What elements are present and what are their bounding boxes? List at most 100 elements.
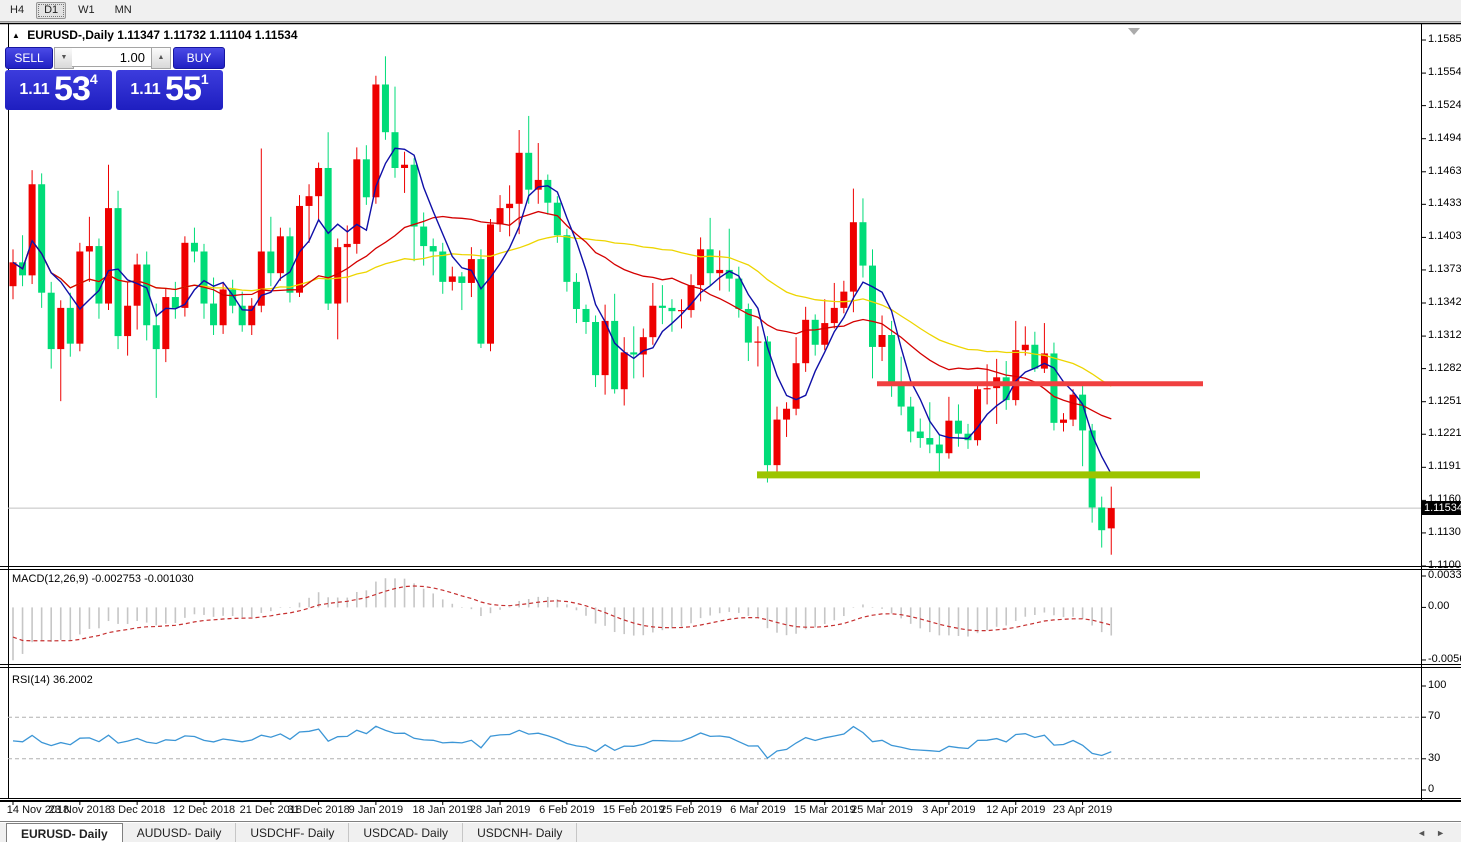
candle: [477, 249, 484, 348]
rsi-axis-tick: 0: [1428, 783, 1434, 795]
candle: [774, 407, 781, 475]
candle: [840, 281, 847, 314]
candle: [1050, 343, 1057, 431]
sell-price-prefix: 1.11: [19, 81, 49, 98]
tab-usdcad[interactable]: USDCAD- Daily: [349, 823, 463, 842]
candle: [869, 249, 876, 378]
candles-layer: [10, 56, 1115, 554]
candle: [1022, 326, 1029, 355]
macd-axis-tick: 0.00: [1428, 600, 1449, 612]
chevron-up-icon: ▲: [158, 54, 165, 61]
date-axis-label: 25 Feb 2019: [655, 804, 727, 816]
candle: [630, 326, 637, 378]
candle: [267, 217, 274, 286]
symbol-tab-bar: EURUSD- DailyAUDUSD- DailyUSDCHF- DailyU…: [0, 823, 1461, 842]
date-axis-label: 6 Mar 2019: [722, 804, 794, 816]
candle: [392, 87, 399, 178]
candle: [1060, 413, 1067, 431]
chart-ohlc-values: 1.11347 1.11732 1.11104 1.11534: [117, 28, 297, 42]
rsi-line: [13, 726, 1111, 758]
rsi-indicator-label: RSI(14) 36.2002: [12, 674, 93, 686]
candle: [802, 307, 809, 372]
price-axis-tick: 1.13730: [1428, 263, 1461, 275]
price-axis-tick: 1.11305: [1428, 526, 1461, 538]
date-axis-label: 3 Dec 2018: [101, 804, 173, 816]
price-axis-tick: 1.11910: [1428, 460, 1461, 472]
candle: [764, 336, 771, 482]
price-axis-tick: 1.15850: [1428, 33, 1461, 45]
candle: [315, 163, 322, 222]
candle: [659, 285, 666, 324]
buy-quote-button[interactable]: 1.11 551: [116, 70, 223, 110]
chart-canvas[interactable]: [0, 0, 1461, 842]
candle: [191, 228, 198, 263]
chart-title: ▲ EURUSD-,Daily 1.11347 1.11732 1.11104 …: [12, 28, 298, 42]
candle: [754, 326, 761, 366]
candle: [793, 337, 800, 415]
candle: [1012, 321, 1019, 406]
sell-quote-button[interactable]: 1.11 534: [5, 70, 112, 110]
candle: [945, 397, 952, 459]
candle: [344, 225, 351, 302]
tab-scroll-right-icon[interactable]: ►: [1436, 828, 1455, 838]
candle: [76, 243, 83, 351]
tab-eurusd[interactable]: EURUSD- Daily: [6, 823, 123, 842]
macd-axis-tick: -0.005663: [1428, 653, 1461, 665]
candle: [334, 238, 341, 339]
sell-price-pipette: 4: [90, 71, 98, 87]
candle: [29, 170, 36, 284]
macd-histogram: [12, 578, 1112, 660]
candle: [583, 305, 590, 334]
candle: [248, 298, 255, 335]
ma-slow-line: [13, 236, 1111, 386]
candle: [783, 402, 790, 437]
date-axis-label: 25 Mar 2019: [846, 804, 918, 816]
candle: [124, 282, 131, 356]
candle: [487, 219, 494, 351]
candle: [506, 185, 513, 236]
candle: [411, 158, 418, 261]
chart-symbol-label: EURUSD-,Daily: [27, 28, 114, 42]
candle: [936, 435, 943, 476]
one-click-trade-panel: SELL ▼ ▲ BUY 1.11 534 1.11 551: [5, 47, 227, 111]
candle: [917, 419, 924, 448]
tab-audusd[interactable]: AUDUSD- Daily: [123, 823, 237, 842]
candle: [382, 56, 389, 140]
candle: [1031, 332, 1038, 372]
date-axis-label: 12 Apr 2019: [980, 804, 1052, 816]
volume-input[interactable]: [72, 47, 151, 67]
candle: [879, 315, 886, 361]
candle: [525, 116, 532, 204]
candle: [831, 283, 838, 329]
ma-mid-line: [13, 212, 1111, 419]
candle: [67, 293, 74, 357]
candle: [296, 195, 303, 297]
tab-scroll-left-icon[interactable]: ◄: [1417, 828, 1436, 838]
tab-usdchf[interactable]: USDCHF- Daily: [236, 823, 349, 842]
price-axis-tick: 1.14635: [1428, 165, 1461, 177]
candle: [907, 397, 914, 443]
price-axis-tick: 1.15245: [1428, 99, 1461, 111]
buy-price-pipette: 1: [201, 71, 209, 87]
candle: [621, 337, 628, 405]
candle: [926, 402, 933, 453]
rsi-axis-tick: 30: [1428, 752, 1440, 764]
candle: [439, 243, 446, 294]
price-axis-tick: 1.12515: [1428, 395, 1461, 407]
rsi-axis-tick: 70: [1428, 710, 1440, 722]
candle: [277, 228, 284, 281]
chevron-down-icon: ▼: [61, 54, 68, 61]
tab-usdcnh[interactable]: USDCNH- Daily: [463, 823, 577, 842]
sell-button[interactable]: SELL: [5, 47, 53, 69]
candle: [363, 145, 370, 205]
candle: [955, 404, 962, 446]
price-axis-tick: 1.11605: [1428, 493, 1461, 505]
volume-decrease-button[interactable]: ▼: [54, 47, 74, 69]
tab-scroll-arrows: ◄►: [1417, 828, 1455, 838]
candle: [497, 195, 504, 232]
scroll-to-end-icon[interactable]: [1128, 28, 1140, 35]
candle: [258, 148, 265, 312]
volume-increase-button[interactable]: ▲: [151, 47, 171, 69]
chart-collapse-icon[interactable]: ▲: [12, 31, 20, 40]
buy-button[interactable]: BUY: [173, 47, 225, 69]
